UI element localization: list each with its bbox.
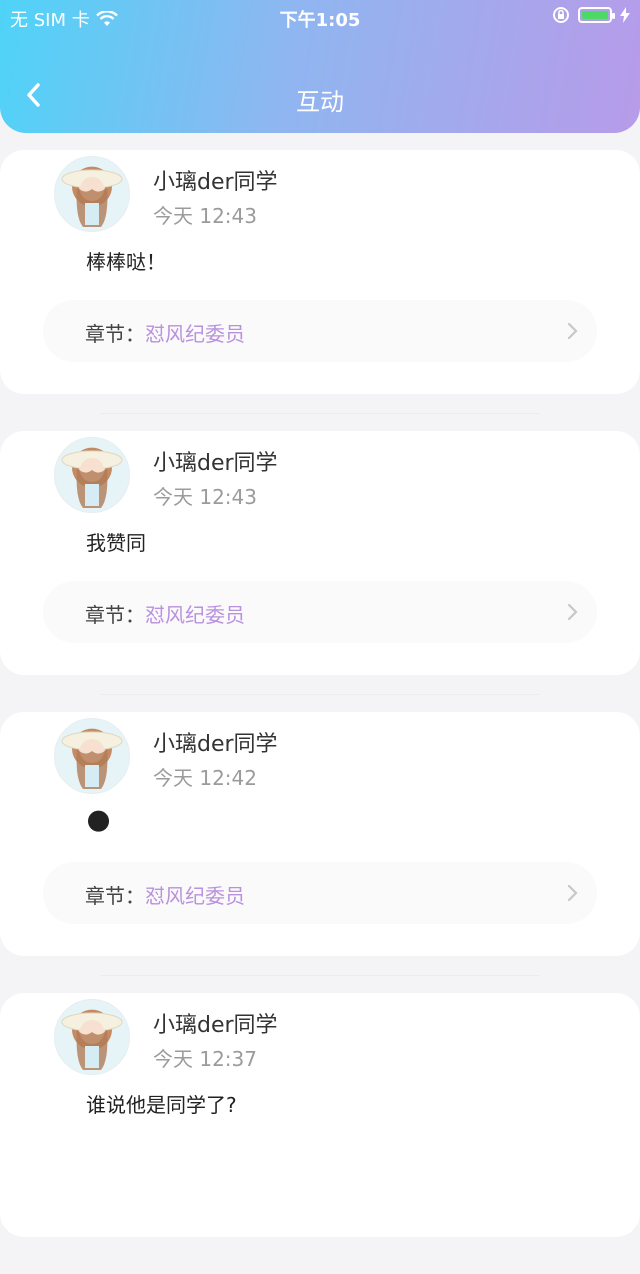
list-item: 小璃der同学 今天 12:42 🌑 章节：怼风纪委员 bbox=[0, 712, 640, 976]
status-bar: 无 SIM 卡 下午1:05 bbox=[0, 0, 640, 34]
timestamp: 今天 12:43 bbox=[153, 204, 257, 228]
status-right bbox=[552, 6, 630, 24]
chevron-right-icon bbox=[567, 603, 578, 621]
chapter-label: 章节： bbox=[85, 884, 145, 908]
charging-icon bbox=[620, 7, 630, 23]
timestamp: 今天 12:37 bbox=[153, 1047, 257, 1071]
chapter-row: 章节：怼风纪委员 bbox=[85, 880, 245, 909]
comment-text: 谁说他是同学了? bbox=[86, 1093, 237, 1117]
chapter-link[interactable]: 章节：怼风纪委员 bbox=[43, 300, 597, 362]
comment-emoji: 🌑 bbox=[86, 808, 112, 836]
avatar[interactable] bbox=[54, 999, 130, 1075]
chapter-row: 章节：怼风纪委员 bbox=[85, 318, 245, 347]
chevron-right-icon bbox=[567, 884, 578, 902]
chevron-right-icon bbox=[567, 322, 578, 340]
timestamp: 今天 12:43 bbox=[153, 485, 257, 509]
divider bbox=[100, 694, 540, 695]
avatar[interactable] bbox=[54, 437, 130, 513]
username: 小璃der同学 bbox=[153, 1013, 278, 1038]
username: 小璃der同学 bbox=[153, 732, 278, 757]
username: 小璃der同学 bbox=[153, 451, 278, 476]
chapter-name: 怼风纪委员 bbox=[145, 884, 245, 908]
chapter-label: 章节： bbox=[85, 603, 145, 627]
chapter-name: 怼风纪委员 bbox=[145, 322, 245, 346]
page-title: 互动 bbox=[296, 88, 344, 116]
header: 无 SIM 卡 下午1:05 互动 bbox=[0, 0, 640, 133]
chapter-label: 章节： bbox=[85, 322, 145, 346]
list-item: 小璃der同学 今天 12:43 棒棒哒！ 章节：怼风纪委员 bbox=[0, 150, 640, 414]
divider bbox=[100, 975, 540, 976]
comment-text: 我赞同 bbox=[86, 531, 146, 555]
timestamp: 今天 12:42 bbox=[153, 766, 257, 790]
avatar[interactable] bbox=[54, 156, 130, 232]
orientation-lock-icon bbox=[553, 7, 569, 23]
battery-level bbox=[582, 11, 608, 19]
username: 小璃der同学 bbox=[153, 170, 278, 195]
chapter-name: 怼风纪委员 bbox=[145, 603, 245, 627]
list-item: 小璃der同学 今天 12:43 我赞同 章节：怼风纪委员 bbox=[0, 431, 640, 695]
chapter-row: 章节：怼风纪委员 bbox=[85, 599, 245, 628]
chapter-link[interactable]: 章节：怼风纪委员 bbox=[43, 581, 597, 643]
nav-bar: 互动 bbox=[0, 70, 640, 124]
interaction-list: 小璃der同学 今天 12:43 棒棒哒！ 章节：怼风纪委员 小璃der同学 今… bbox=[0, 150, 640, 1274]
list-item: 小璃der同学 今天 12:37 谁说他是同学了? bbox=[0, 993, 640, 1237]
divider bbox=[100, 413, 540, 414]
clock: 下午1:05 bbox=[279, 10, 361, 31]
avatar[interactable] bbox=[54, 718, 130, 794]
comment-text: 棒棒哒！ bbox=[86, 250, 166, 274]
chapter-link[interactable]: 章节：怼风纪委员 bbox=[43, 862, 597, 924]
battery-icon bbox=[578, 7, 615, 23]
